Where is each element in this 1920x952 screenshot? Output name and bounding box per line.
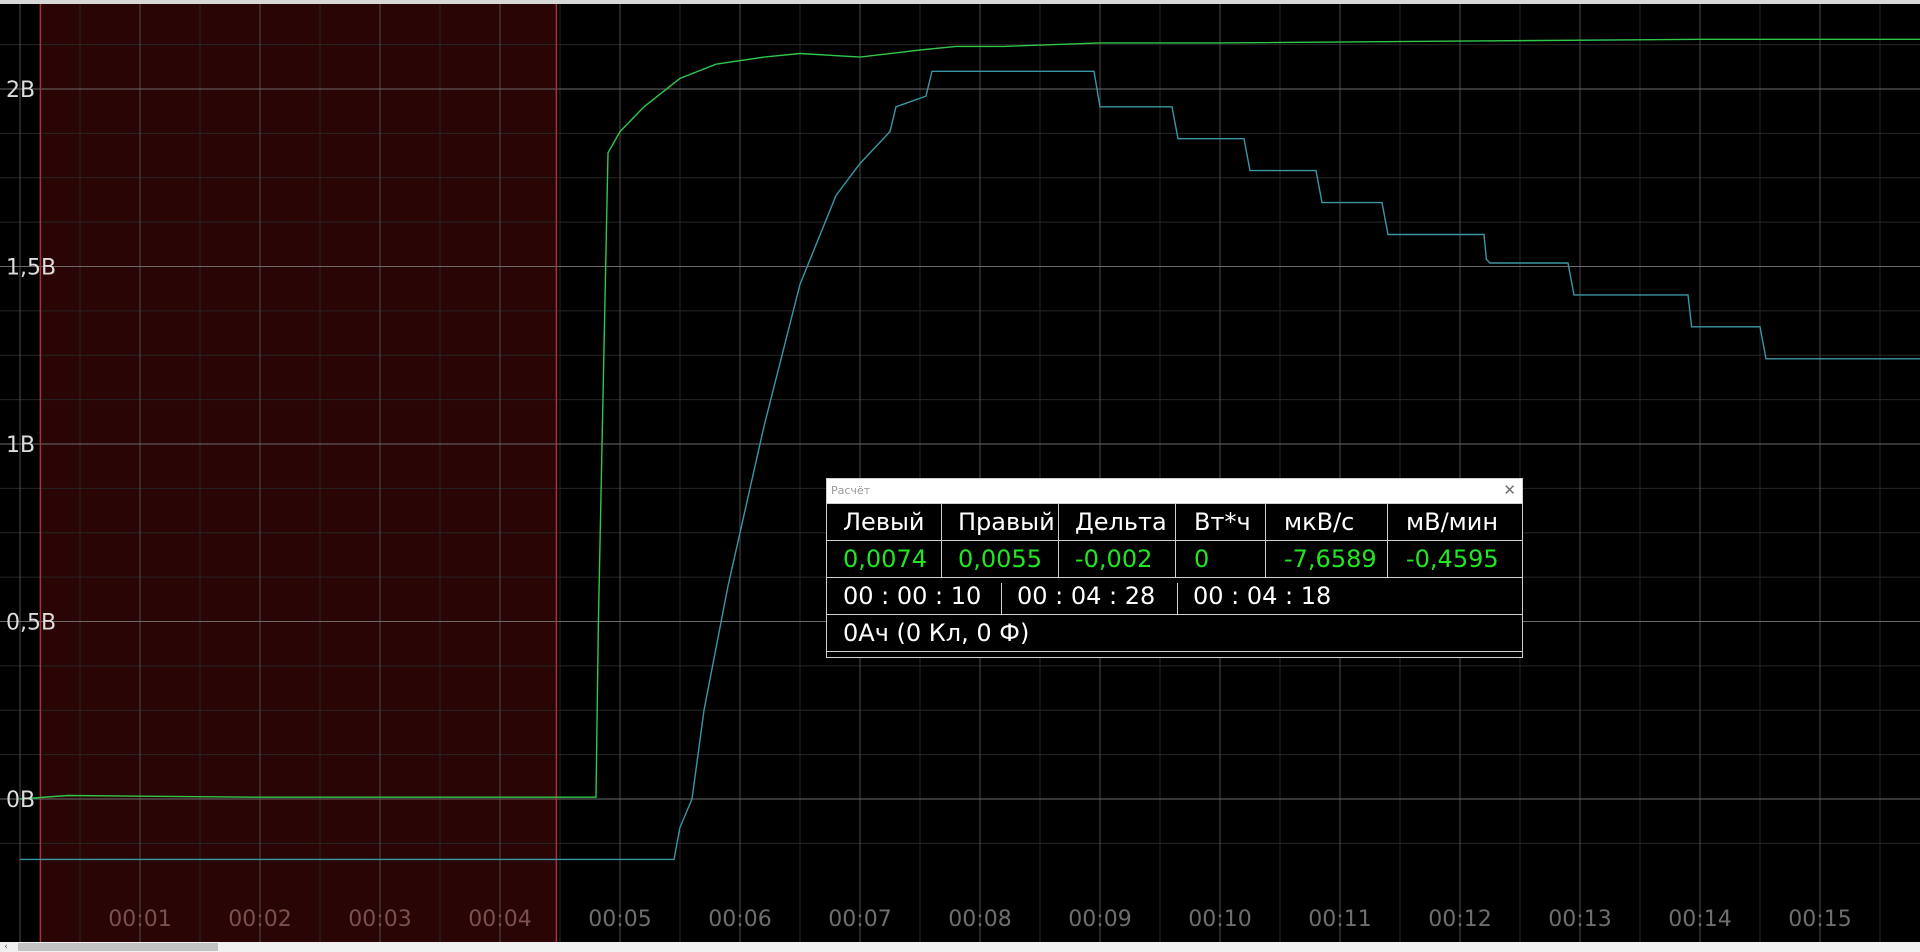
x-tick-label: 00:02 [228, 907, 291, 932]
x-tick-label: 00:12 [1428, 907, 1491, 932]
selection-region [40, 4, 557, 942]
x-tick-label: 00:07 [828, 907, 891, 932]
x-tick-label: 00:15 [1788, 907, 1851, 932]
x-tick-label: 00:11 [1308, 907, 1371, 932]
x-tick-label: 00:08 [948, 907, 1011, 932]
x-tick-label: 00:05 [588, 907, 651, 932]
value-watt-hours: 0 [1176, 541, 1266, 578]
header-delta: Дельта [1059, 504, 1176, 541]
x-tick-label: 00:03 [348, 907, 411, 932]
value-uv-per-sec: -7,6589 [1266, 541, 1388, 578]
header-uv-per-sec: мкВ/с [1266, 504, 1388, 541]
value-right: 0,0055 [942, 541, 1059, 578]
x-tick-label: 00:01 [108, 907, 171, 932]
calc-title: Расчёт [831, 484, 871, 497]
time-right: 00 : 04 : 28 [1017, 582, 1156, 610]
scrollbar-thumb[interactable] [18, 943, 218, 951]
voltage-chart[interactable]: 2В 1,5В 1В 0,5В 0В 00:01 00:02 00:03 00:04 00:05 0… [0, 4, 1920, 942]
scroll-left-arrow-icon[interactable]: ‹ [0, 942, 12, 952]
y-tick-label: 2В [6, 78, 35, 103]
x-tick-label: 00:14 [1668, 907, 1731, 932]
y-tick-label: 0В [6, 788, 35, 813]
calc-titlebar[interactable]: Расчёт ✕ [827, 479, 1522, 504]
charge-readout: 0Ач (0 Кл, 0 Ф) [827, 615, 1522, 652]
x-tick-label: 00:06 [708, 907, 771, 932]
x-tick-label: 00:04 [468, 907, 531, 932]
close-icon[interactable]: ✕ [1503, 481, 1516, 499]
value-left: 0,0074 [827, 541, 942, 578]
horizontal-scrollbar[interactable]: ‹ [0, 942, 1920, 952]
y-tick-label: 1В [6, 433, 35, 458]
header-mv-per-min: мВ/мин [1388, 504, 1522, 541]
y-tick-label: 0,5В [6, 611, 56, 636]
y-tick-label: 1,5В [6, 256, 56, 281]
time-left: 00 : 00 : 10 [843, 582, 982, 610]
header-watt-hours: Вт*ч [1176, 504, 1266, 541]
x-tick-label: 00:13 [1548, 907, 1611, 932]
value-mv-per-min: -0,4595 [1388, 541, 1522, 578]
value-delta: -0,002 [1059, 541, 1176, 578]
calculation-window[interactable]: Расчёт ✕ Левый Правый Дельта Вт*ч мкВ/с … [826, 478, 1523, 658]
x-tick-label: 00:10 [1188, 907, 1251, 932]
time-delta: 00 : 04 : 18 [1193, 582, 1332, 610]
header-right: Правый [942, 504, 1059, 541]
x-tick-label: 00:09 [1068, 907, 1131, 932]
header-left: Левый [827, 504, 942, 541]
